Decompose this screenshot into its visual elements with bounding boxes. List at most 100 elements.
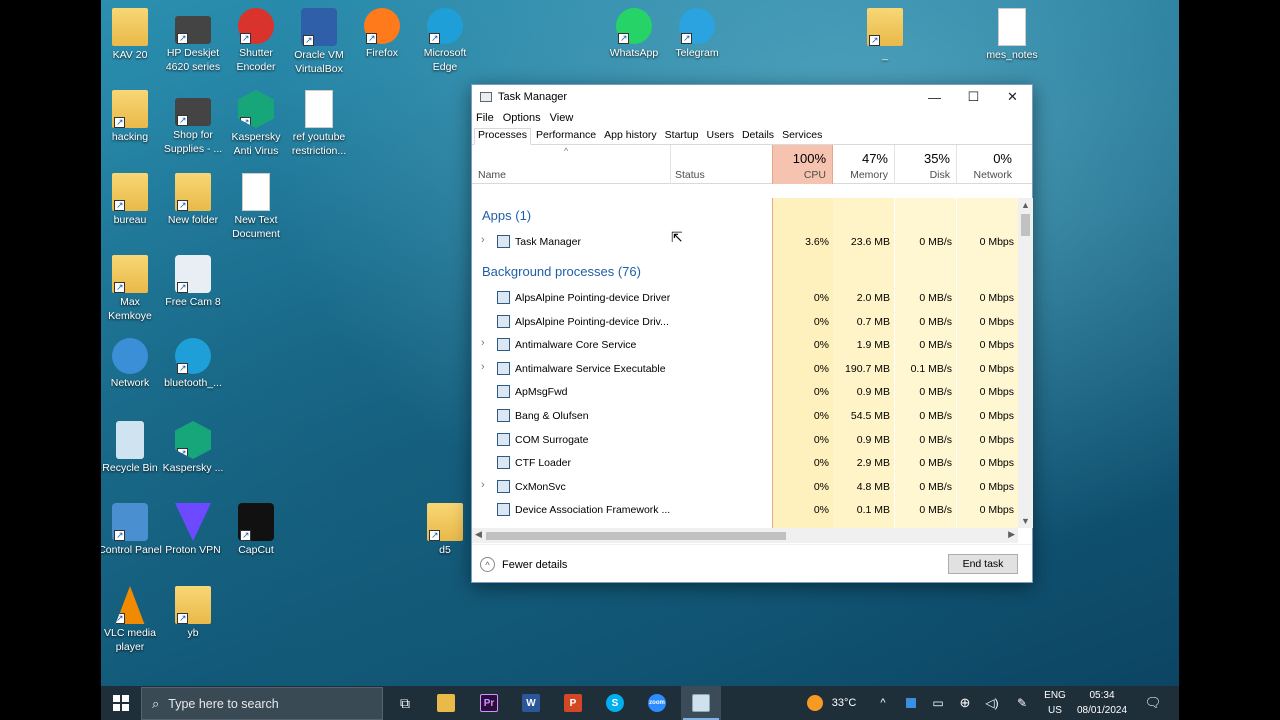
desktop-icon[interactable]: Recycle Bin	[101, 421, 163, 475]
powerpoint-icon[interactable]: P	[561, 686, 585, 720]
word-icon[interactable]: W	[519, 686, 543, 720]
taskbar-search-box[interactable]: ⌕ Type here to search	[141, 687, 383, 720]
close-button[interactable]: ✕	[993, 85, 1032, 109]
column-name[interactable]: Name	[472, 145, 670, 184]
scroll-up-icon[interactable]: ▲	[1021, 200, 1030, 210]
chevron-up-icon[interactable]: ^	[875, 686, 891, 720]
desktop-icon[interactable]: New Text Document	[223, 173, 289, 241]
column-status[interactable]: Status	[671, 145, 771, 184]
tab-startup[interactable]: Startup	[662, 129, 702, 144]
volume-icon[interactable]: ◁)	[983, 686, 1001, 720]
tab-details[interactable]: Details	[739, 129, 777, 144]
desktop-icon-label: Oracle VM VirtualBox	[294, 49, 344, 75]
desktop-icon[interactable]: _	[852, 8, 918, 62]
desktop-icon[interactable]: bureau	[101, 173, 163, 227]
process-row[interactable]: › Task Manager 3.6% 23.6 MB 0 MB/s 0 Mbps	[472, 230, 1018, 254]
fewer-details-button[interactable]: ^ Fewer details	[480, 557, 567, 572]
desktop-icon[interactable]: Kaspersky ...	[160, 421, 226, 475]
scroll-down-icon[interactable]: ▼	[1021, 516, 1030, 526]
globe-network-icon[interactable]: ⊕	[956, 686, 974, 720]
column-memory[interactable]: 47% Memory	[833, 145, 894, 184]
desktop-icon[interactable]: Kaspersky Anti Virus	[223, 90, 289, 158]
desktop-icon[interactable]: Firefox	[349, 8, 415, 60]
battery-icon[interactable]: ▭	[929, 686, 947, 720]
desktop-icon[interactable]: bluetooth_...	[160, 338, 226, 390]
expand-chevron-icon[interactable]: ›	[481, 337, 485, 349]
menu-options[interactable]: Options	[503, 112, 541, 124]
desktop-icon[interactable]: Telegram	[664, 8, 730, 60]
tab-performance[interactable]: Performance	[533, 129, 599, 144]
desktop-icon[interactable]: mes_notes	[979, 8, 1045, 62]
desktop-icon[interactable]: Proton VPN	[160, 503, 226, 557]
desktop-icon[interactable]: Shutter Encoder	[223, 8, 289, 74]
task-view-icon[interactable]: ⧉	[393, 686, 417, 720]
minimize-button[interactable]: —	[915, 85, 954, 109]
skype-icon[interactable]: S	[603, 686, 627, 720]
process-row[interactable]: Bang & Olufsen 0% 54.5 MB 0 MB/s 0 Mbps	[472, 404, 1018, 428]
horizontal-scroll-thumb[interactable]	[486, 532, 786, 540]
title-bar[interactable]: Task Manager — ☐ ✕	[472, 85, 1032, 109]
weather-icon[interactable]	[803, 686, 827, 720]
column-headers: ^ Name Status 100% CPU 47% Memory 35% Di…	[472, 145, 1032, 184]
process-row[interactable]: AlpsAlpine Pointing-device Driv... 0% 0.7 …	[472, 310, 1018, 334]
process-row[interactable]: AlpsAlpine Pointing-device Driver 0% 2.0 M…	[472, 286, 1018, 310]
taskbar: ⌕ Type here to search ⧉ Pr W P S zoom 33…	[101, 686, 1179, 720]
weather-temp[interactable]: 33°C	[827, 686, 861, 720]
desktop-icon[interactable]: Shop for Supplies - ...	[160, 90, 226, 156]
desktop-icon[interactable]: CapCut	[223, 503, 289, 557]
desktop-icon[interactable]: yb	[160, 586, 226, 640]
tab-services[interactable]: Services	[779, 129, 825, 144]
desktop-icon[interactable]: New folder	[160, 173, 226, 227]
process-row[interactable]: ApMsgFwd 0% 0.9 MB 0 MB/s 0 Mbps	[472, 380, 1018, 404]
column-network[interactable]: 0% Network	[957, 145, 1018, 184]
desktop-icon[interactable]: Oracle VM VirtualBox	[286, 8, 352, 76]
desktop-icon[interactable]: Microsoft Edge	[412, 8, 478, 74]
taskbar-task-manager-icon[interactable]	[681, 686, 721, 720]
desktop-icon[interactable]: HP Deskjet 4620 series	[160, 8, 226, 74]
process-row[interactable]: › Antimalware Core Service 0% 1.9 MB 0 MB/s 0…	[472, 333, 1018, 357]
desktop-icon[interactable]: KAV 20	[101, 8, 163, 62]
disk-label: Disk	[929, 169, 950, 181]
expand-chevron-icon[interactable]: ›	[481, 361, 485, 373]
process-row[interactable]: › CxMonSvc 0% 4.8 MB 0 MB/s 0 Mbps	[472, 475, 1018, 499]
process-disk: 0 MB/s	[919, 480, 952, 493]
tab-users[interactable]: Users	[704, 129, 737, 144]
desktop-icon[interactable]: ref youtube restriction...	[286, 90, 352, 158]
desktop-icon[interactable]: d5	[412, 503, 478, 557]
vertical-scroll-thumb[interactable]	[1021, 214, 1030, 236]
tab-app-history[interactable]: App history	[601, 129, 660, 144]
start-button[interactable]	[101, 686, 141, 720]
horizontal-scrollbar[interactable]: ◀ ▶	[472, 528, 1018, 543]
process-row[interactable]: › Antimalware Service Executable 0% 190.7 M…	[472, 357, 1018, 381]
bluetooth-tray-icon[interactable]	[903, 686, 919, 720]
expand-chevron-icon[interactable]: ›	[481, 234, 485, 246]
column-cpu[interactable]: 100% CPU	[772, 145, 833, 184]
file-explorer-icon[interactable]	[434, 686, 458, 720]
end-task-button[interactable]: End task	[948, 554, 1018, 574]
zoom-icon[interactable]: zoom	[645, 686, 669, 720]
desktop-icon[interactable]: Network	[101, 338, 163, 390]
process-row[interactable]: COM Surrogate 0% 0.9 MB 0 MB/s 0 Mbps	[472, 428, 1018, 452]
desktop-icon[interactable]: VLC media player	[101, 586, 163, 654]
expand-chevron-icon[interactable]: ›	[481, 479, 485, 491]
maximize-button[interactable]: ☐	[954, 85, 993, 109]
process-row[interactable]: Device Association Framework ... 0% 0.1 MB…	[472, 498, 1018, 522]
column-disk[interactable]: 35% Disk	[895, 145, 956, 184]
vertical-scrollbar[interactable]: ▲ ▼	[1018, 198, 1033, 528]
pen-icon[interactable]: ✎	[1013, 686, 1031, 720]
desktop-icon[interactable]: Max Kemkoye	[101, 255, 163, 323]
menu-view[interactable]: View	[550, 112, 574, 124]
scroll-left-icon[interactable]: ◀	[475, 529, 482, 540]
desktop-icon[interactable]: Free Cam 8	[160, 255, 226, 309]
desktop-icon[interactable]: WhatsApp	[601, 8, 667, 60]
language-indicator[interactable]: ENG US	[1041, 686, 1069, 720]
clock[interactable]: 05:34 08/01/2024	[1073, 686, 1131, 720]
tab-processes[interactable]: Processes	[474, 128, 532, 145]
notification-icon[interactable]: 🗨	[1141, 686, 1165, 720]
menu-file[interactable]: File	[476, 112, 494, 124]
desktop-icon[interactable]: Control Panel	[101, 503, 163, 557]
process-row[interactable]: CTF Loader 0% 2.9 MB 0 MB/s 0 Mbps	[472, 451, 1018, 475]
desktop-icon[interactable]: hacking	[101, 90, 163, 144]
scroll-right-icon[interactable]: ▶	[1008, 529, 1015, 540]
premiere-icon[interactable]: Pr	[477, 686, 501, 720]
